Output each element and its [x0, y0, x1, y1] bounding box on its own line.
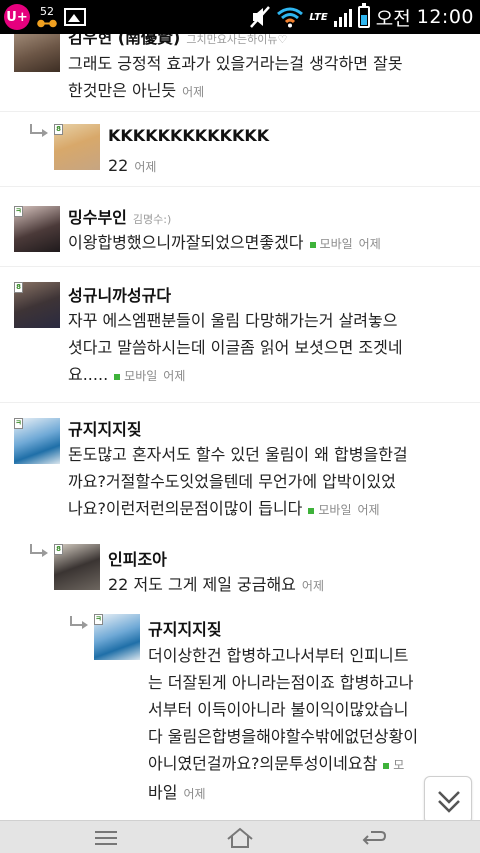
reply-arrow-icon [70, 616, 88, 629]
reply-arrow-icon [30, 544, 48, 557]
back-icon [362, 830, 387, 845]
mobile-badge: 모바일 [114, 369, 157, 383]
comment-author[interactable]: 밍수부인 김명수:) [68, 204, 171, 228]
comment-item: ㅋ 밍수부인 김명수:) 이왕합병했으니까잘되었으면좋겠다 모바일 어제 [0, 190, 480, 260]
scroll-down-button[interactable] [424, 776, 472, 824]
back-button[interactable] [334, 821, 414, 853]
home-button[interactable] [200, 821, 280, 853]
comment-text: 돈도많고 혼자서도 할수 있던 울림이 왜 합병을한걸 까요?거절할수도잇었을텐… [68, 445, 408, 518]
comment-item: ㅋ 규지지지짖 돈도많고 혼자서도 할수 있던 울림이 왜 합병을한걸 까요?거… [0, 406, 480, 536]
uplus-logo: U+ [4, 4, 30, 30]
image-icon [64, 8, 86, 26]
double-chevron-down-icon [438, 791, 460, 813]
comment-text: 자꾸 에스엠팬분들이 울림 다망해가는거 살려놓으 셧다고 말씀하시는데 이글좀… [68, 311, 403, 384]
menu-button[interactable] [66, 821, 146, 853]
avatar[interactable]: ㅋ [14, 206, 60, 252]
comment-author[interactable]: 김우현 (南優賢) 그치만요사는하이뉴♡ [68, 34, 287, 48]
wifi-icon [277, 7, 304, 28]
comment-item: 김우현 (南優賢) 그치만요사는하이뉴♡ 그래도 긍정적 효과가 있을거라는걸 생… [0, 34, 480, 114]
badge-number: 52 [40, 5, 54, 18]
comment-text: 이왕합병했으니까잘되었으면좋겠다 모바일 어제 [68, 233, 381, 252]
ampm-label: 오전 [375, 7, 411, 30]
signal-icon [333, 7, 352, 27]
mobile-badge: 모 [383, 758, 404, 772]
avatar[interactable]: ㅋ [94, 614, 140, 660]
mobile-badge: 모바일 [308, 503, 352, 517]
status-bar: U+ 52 LTE 오전 12:00 [0, 0, 480, 34]
comment-text: 22 저도 그게 제일 궁금해요 어제 [108, 575, 324, 594]
avatar[interactable]: 8 [14, 282, 60, 328]
glasses-badge-icon: 52 [36, 6, 58, 28]
divider [0, 266, 480, 267]
battery-icon [357, 3, 370, 28]
comment-author[interactable]: 규지지지짖 [148, 616, 222, 640]
comment-text: 그래도 긍정적 효과가 있을거라는걸 생각하면 잘못 한것만은 아닌듯 어제 [68, 54, 403, 100]
reply-arrow-icon [30, 124, 48, 137]
menu-icon [95, 830, 117, 845]
navigation-bar [0, 820, 480, 853]
avatar[interactable]: ㅋ [14, 418, 60, 464]
comment-time: 어제 [163, 369, 186, 383]
avatar[interactable]: 8 [54, 544, 100, 590]
comment-time: 어제 [357, 503, 380, 517]
comment-time: 어제 [358, 237, 381, 251]
comment-text: 22 어제 [108, 156, 157, 175]
reply-item: ㅋ 규지지지짖 더이상한건 합병하고나서부터 인피니트 는 더잘된게 아니라는점… [0, 606, 480, 820]
lte-icon: LTE [309, 11, 328, 23]
mobile-badge: 모바일 [309, 237, 353, 251]
clock: 12:00 [416, 6, 474, 28]
divider [0, 111, 480, 112]
comment-item: 8 성규니까성규다 자꾸 에스엠팬분들이 울림 다망해가는거 살려놓으 셧다고 … [0, 270, 480, 400]
divider [0, 186, 480, 187]
reply-item: 8 KKKKKKKKKKKKK 22 어제 [0, 114, 480, 184]
comment-time: 어제 [183, 787, 206, 801]
mute-icon [250, 6, 271, 28]
avatar[interactable]: 8 [54, 124, 100, 170]
comment-author[interactable]: KKKKKKKKKKKKK [108, 126, 269, 145]
comment-time: 어제 [134, 160, 157, 174]
avatar[interactable] [14, 34, 60, 72]
comment-list[interactable]: 김우현 (南優賢) 그치만요사는하이뉴♡ 그래도 긍정적 효과가 있을거라는걸 생… [0, 34, 480, 820]
comment-author[interactable]: 인피조아 [108, 546, 167, 570]
comment-time: 어제 [182, 85, 205, 99]
comment-time: 어제 [301, 579, 324, 593]
comment-author[interactable]: 성규니까성규다 [68, 282, 171, 306]
home-icon [227, 827, 253, 848]
divider [0, 402, 480, 403]
reply-item: 8 인피조아 22 저도 그게 제일 궁금해요 어제 [0, 538, 480, 604]
comment-text: 더이상한건 합병하고나서부터 인피니트 는 더잘된게 아니라는점이죠 합병하고나… [148, 646, 419, 802]
comment-author[interactable]: 규지지지짖 [68, 416, 142, 440]
